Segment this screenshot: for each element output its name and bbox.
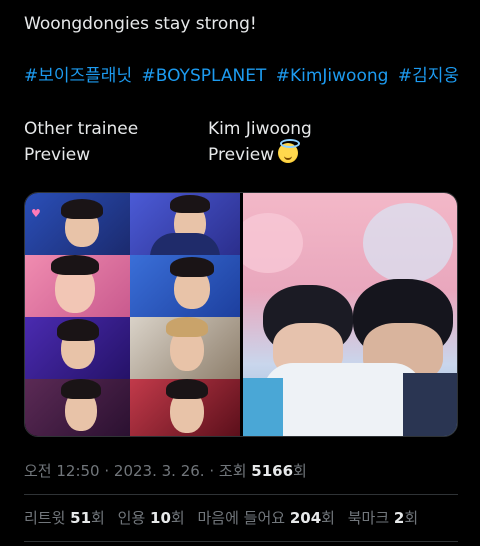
smiling-face-with-halo-icon bbox=[278, 139, 301, 163]
divider bbox=[24, 494, 458, 495]
likes-label: 마음에 들어요 bbox=[197, 509, 290, 527]
retweets-stat[interactable]: 리트윗 51회 bbox=[24, 509, 105, 527]
collage-cell: ♥ bbox=[25, 193, 130, 255]
quotes-suffix: 회 bbox=[170, 509, 185, 527]
likes-stat[interactable]: 마음에 들어요 204회 bbox=[197, 509, 334, 527]
tweet-text: Woongdongies stay strong! bbox=[24, 14, 257, 34]
left-caption: Other trainee Preview bbox=[24, 116, 138, 168]
left-caption-line1: Other trainee bbox=[24, 119, 139, 139]
collage-cell bbox=[25, 317, 130, 379]
collage-cell bbox=[130, 193, 240, 255]
bookmarks-label: 북마크 bbox=[347, 509, 394, 527]
hashtag-link[interactable]: #KimJiwoong bbox=[276, 66, 389, 86]
right-caption-line2-wrap: Preview bbox=[208, 139, 312, 168]
meta-separator: · bbox=[204, 462, 219, 480]
retweets-label: 리트윗 bbox=[24, 509, 71, 527]
likes-suffix: 회 bbox=[321, 509, 335, 527]
retweets-suffix: 회 bbox=[91, 509, 105, 527]
media-image-preview[interactable] bbox=[243, 193, 457, 436]
hashtag-link[interactable]: #김지웅 bbox=[398, 66, 459, 86]
collage-cell bbox=[25, 255, 130, 317]
collage-cell bbox=[25, 379, 130, 436]
heart-icon: ♥ bbox=[31, 207, 41, 220]
views-suffix: 회 bbox=[293, 462, 307, 480]
quotes-count: 10 bbox=[150, 509, 171, 527]
likes-count: 204 bbox=[289, 509, 322, 527]
right-caption: Kim Jiwoong Preview bbox=[208, 116, 312, 168]
media-image-collage[interactable]: ♥ bbox=[25, 193, 240, 436]
right-caption-line2: Preview bbox=[208, 145, 275, 165]
hashtag-link[interactable]: #보이즈플래닛 bbox=[24, 66, 132, 86]
tweet-date[interactable]: 2023. 3. 26. bbox=[114, 462, 205, 480]
tweet-meta: 오전 12:50 · 2023. 3. 26. · 조회 5166회 bbox=[24, 460, 307, 481]
quotes-stat[interactable]: 인용 10회 bbox=[118, 509, 185, 527]
hashtag-link[interactable]: #BOYSPLANET bbox=[142, 66, 267, 86]
hashtag-row: #보이즈플래닛 #BOYSPLANET #KimJiwoong #김지웅 bbox=[24, 64, 463, 88]
views-count: 5166 bbox=[251, 462, 294, 480]
collage-cell bbox=[130, 379, 240, 436]
left-caption-line2: Preview bbox=[24, 145, 91, 165]
collage-cell bbox=[130, 255, 240, 317]
bookmarks-stat[interactable]: 북마크 2회 bbox=[348, 509, 418, 527]
quotes-label: 인용 bbox=[117, 509, 151, 527]
divider bbox=[24, 541, 458, 542]
retweets-count: 51 bbox=[70, 509, 92, 527]
right-caption-line1: Kim Jiwoong bbox=[208, 119, 312, 139]
collage-cell bbox=[130, 317, 240, 379]
bookmarks-count: 2 bbox=[393, 509, 405, 527]
bookmarks-suffix: 회 bbox=[404, 509, 419, 527]
views-label: 조회 bbox=[218, 462, 252, 480]
tweet-time[interactable]: 오전 12:50 bbox=[24, 462, 100, 480]
engagement-stats: 리트윗 51회 인용 10회 마음에 들어요 204회 북마크 2회 bbox=[24, 507, 426, 528]
media-container: ♥ bbox=[24, 192, 458, 437]
meta-separator: · bbox=[99, 462, 114, 480]
